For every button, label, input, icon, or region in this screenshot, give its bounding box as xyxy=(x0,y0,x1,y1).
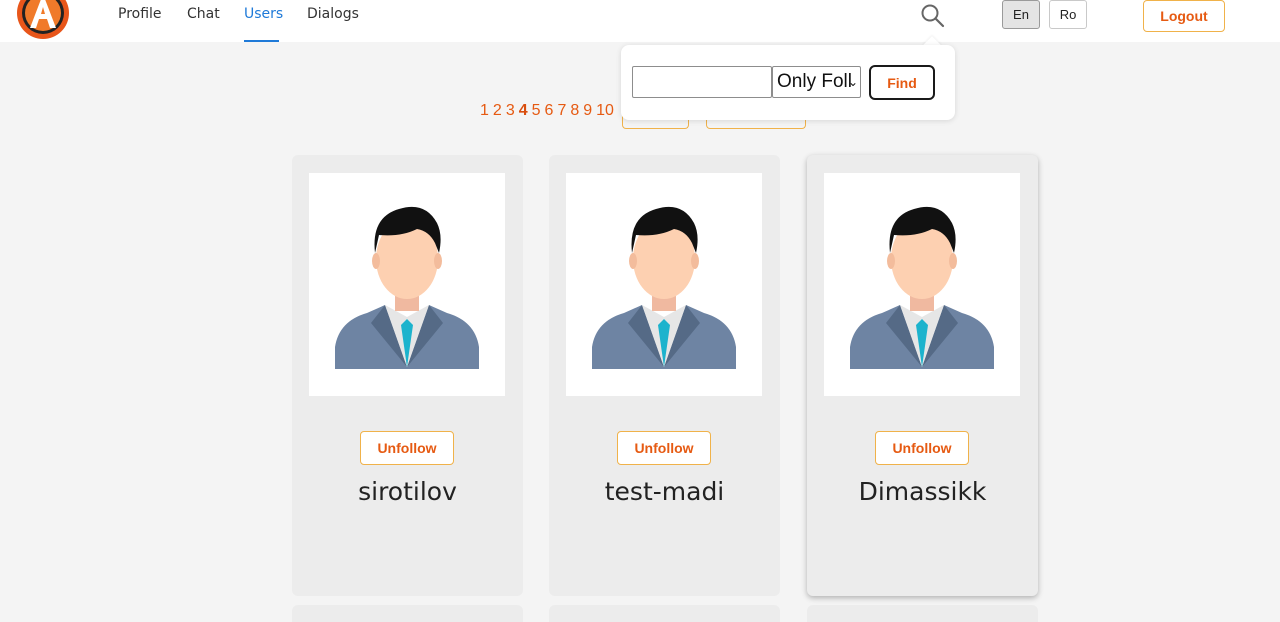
nav-chat[interactable]: Chat xyxy=(187,6,220,22)
page-link[interactable]: 1 xyxy=(480,102,489,120)
avatar xyxy=(309,173,505,396)
user-card: Unfollow Dimassikk xyxy=(807,155,1038,596)
page-link[interactable]: 3 xyxy=(506,102,515,120)
lang-en-button[interactable]: En xyxy=(1002,0,1040,29)
search-input[interactable] xyxy=(632,66,772,98)
unfollow-button[interactable]: Unfollow xyxy=(617,431,711,465)
avatar-icon xyxy=(335,206,479,369)
page-link[interactable]: 10 xyxy=(596,102,614,120)
user-card: Unfollow test-madi xyxy=(549,155,780,596)
page-link[interactable]: 9 xyxy=(583,102,592,120)
lang-ro-button[interactable]: Ro xyxy=(1049,0,1087,29)
avatar-icon xyxy=(850,206,994,369)
search-popup: Only Foll ⌄ Find xyxy=(621,45,955,120)
user-card-partial xyxy=(807,605,1038,622)
pagination: 1 2 3 4 5 6 7 8 9 10 xyxy=(480,100,618,122)
search-icon[interactable] xyxy=(918,1,946,29)
nav-users[interactable]: Users xyxy=(244,6,283,22)
page-link[interactable]: 6 xyxy=(545,102,554,120)
unfollow-button[interactable]: Unfollow xyxy=(875,431,969,465)
user-card: Unfollow sirotilov xyxy=(292,155,523,596)
chevron-down-icon: ⌄ xyxy=(847,75,858,89)
user-name[interactable]: Dimassikk xyxy=(807,477,1038,506)
page-link[interactable]: 5 xyxy=(532,102,541,120)
nav-profile[interactable]: Profile xyxy=(118,6,162,22)
page-link-current[interactable]: 4 xyxy=(519,102,528,120)
logo-icon[interactable] xyxy=(16,0,70,40)
nav-dialogs[interactable]: Dialogs xyxy=(307,6,359,22)
avatar xyxy=(824,173,1020,396)
page-link[interactable]: 2 xyxy=(493,102,502,120)
page-link[interactable]: 7 xyxy=(557,102,566,120)
follow-filter-value: Only Foll xyxy=(777,71,852,92)
active-nav-indicator xyxy=(244,40,279,42)
follow-filter-select[interactable]: Only Foll ⌄ xyxy=(772,66,861,98)
avatar xyxy=(566,173,762,396)
avatar-icon xyxy=(592,206,736,369)
user-name[interactable]: test-madi xyxy=(549,477,780,506)
find-button[interactable]: Find xyxy=(869,65,935,100)
user-name[interactable]: sirotilov xyxy=(292,477,523,506)
user-card-partial xyxy=(549,605,780,622)
user-card-partial xyxy=(292,605,523,622)
page-link[interactable]: 8 xyxy=(570,102,579,120)
top-navbar: Profile Chat Users Dialogs En Ro Logout xyxy=(0,0,1280,42)
logout-button[interactable]: Logout xyxy=(1143,0,1225,32)
unfollow-button[interactable]: Unfollow xyxy=(360,431,454,465)
